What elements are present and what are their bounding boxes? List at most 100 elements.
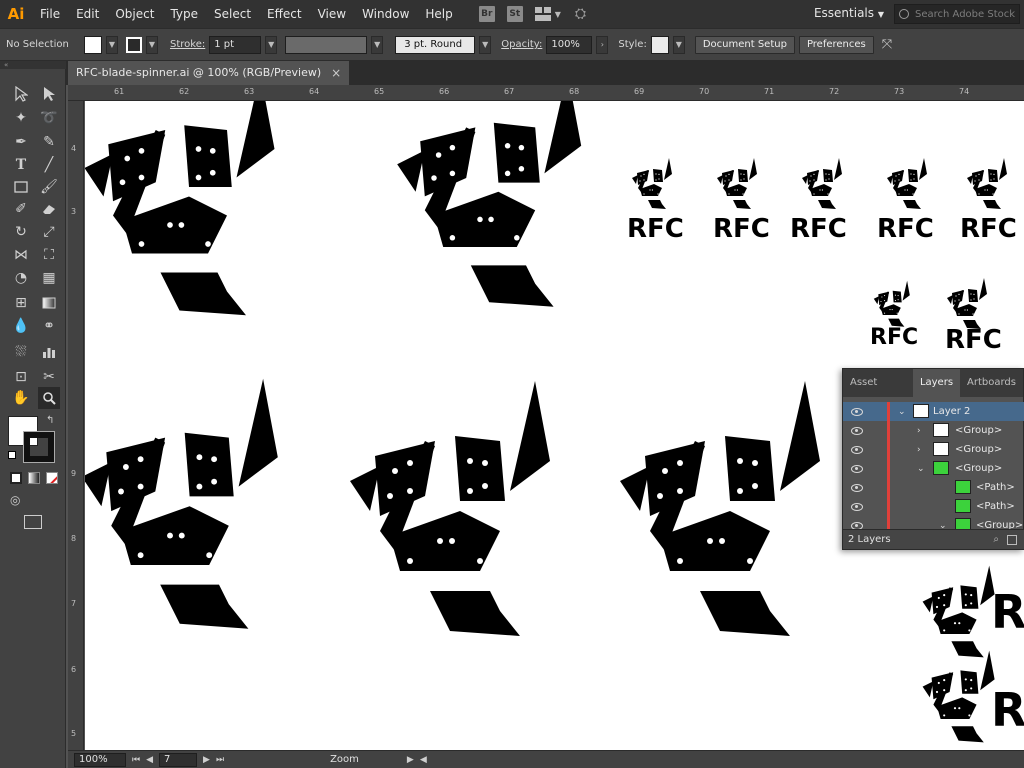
- selection-tool-icon[interactable]: [10, 83, 32, 105]
- eyedropper-tool-icon[interactable]: 💧: [10, 315, 32, 337]
- tab-asset-export[interactable]: Asset Export: [843, 369, 913, 416]
- screen-mode-icon[interactable]: [24, 515, 42, 529]
- layer-row[interactable]: <Path>: [843, 478, 1024, 497]
- document-tab[interactable]: RFC-blade-spinner.ai @ 100% (RGB/Preview…: [68, 61, 350, 85]
- chevron-right-icon[interactable]: ›: [917, 426, 921, 436]
- menu-type[interactable]: Type: [162, 0, 206, 28]
- profile-dropdown[interactable]: ▼: [371, 35, 384, 54]
- fill-dropdown[interactable]: ▼: [106, 35, 118, 54]
- brush-dropdown[interactable]: ▼: [479, 35, 492, 54]
- zoom-tool-icon[interactable]: [38, 387, 60, 409]
- locate-object-icon[interactable]: ⌕: [993, 530, 999, 550]
- layer-row[interactable]: › <Group>: [843, 421, 1024, 440]
- gradient-tool-icon[interactable]: [38, 292, 60, 314]
- scale-tool-icon[interactable]: ⤢: [38, 221, 60, 243]
- menu-window[interactable]: Window: [354, 0, 417, 28]
- line-segment-tool-icon[interactable]: ╱: [38, 154, 60, 176]
- shaper-tool-icon[interactable]: ✐: [10, 198, 32, 220]
- chevron-down-icon[interactable]: ⌄: [917, 464, 925, 474]
- tools-panel-collapse[interactable]: «: [0, 61, 66, 69]
- direct-selection-tool-icon[interactable]: [38, 83, 60, 105]
- type-tool-icon[interactable]: T: [10, 154, 32, 176]
- mesh-tool-icon[interactable]: ⊞: [10, 292, 32, 314]
- width-tool-icon[interactable]: ⋈: [10, 244, 32, 266]
- artboard-number-input[interactable]: 7: [159, 752, 198, 767]
- stroke-weight-input[interactable]: 1 pt: [209, 35, 262, 54]
- variable-width-profile[interactable]: [285, 35, 368, 54]
- default-fill-stroke-icon[interactable]: [8, 451, 16, 459]
- visibility-eye-icon[interactable]: [851, 464, 863, 473]
- blend-tool-icon[interactable]: ⚭: [38, 315, 60, 337]
- color-mode-icon[interactable]: [10, 472, 22, 484]
- visibility-eye-icon[interactable]: [851, 483, 863, 492]
- stroke-swatch[interactable]: [126, 36, 142, 53]
- stock-button[interactable]: St: [506, 6, 523, 22]
- stroke-color-box[interactable]: [23, 431, 55, 463]
- gpu-performance-icon[interactable]: ⛭: [575, 6, 586, 22]
- menu-view[interactable]: View: [310, 0, 354, 28]
- magic-wand-tool-icon[interactable]: ✦: [10, 107, 32, 129]
- last-artboard-icon[interactable]: ⏭: [216, 755, 224, 765]
- chevron-down-icon[interactable]: ⌄: [898, 407, 906, 417]
- menu-help[interactable]: Help: [417, 0, 460, 28]
- menu-object[interactable]: Object: [107, 0, 162, 28]
- chevron-down-icon[interactable]: ▼: [555, 10, 561, 19]
- slice-tool-icon[interactable]: ✂: [38, 366, 60, 388]
- previous-artboard-icon[interactable]: ◀: [146, 755, 153, 765]
- visibility-eye-icon[interactable]: [851, 445, 863, 454]
- menu-file[interactable]: File: [32, 0, 68, 28]
- layer-row[interactable]: ⌄ <Group>: [843, 459, 1024, 478]
- brush-definition-select[interactable]: 3 pt. Round: [395, 35, 476, 54]
- artboard-tool-icon[interactable]: ⊡: [10, 366, 32, 388]
- curvature-tool-icon[interactable]: ✎: [38, 131, 60, 153]
- chevron-right-icon[interactable]: ›: [917, 445, 921, 455]
- rectangle-tool-icon[interactable]: [10, 176, 32, 198]
- hand-tool-icon[interactable]: ✋: [10, 387, 32, 409]
- style-dropdown[interactable]: ▼: [672, 35, 685, 54]
- shape-builder-tool-icon[interactable]: ◔: [10, 267, 32, 289]
- stroke-weight-dropdown[interactable]: ▼: [265, 35, 278, 54]
- opacity-label[interactable]: Opacity:: [501, 39, 542, 50]
- swap-fill-stroke-icon[interactable]: ↰: [46, 415, 54, 426]
- make-clipping-mask-icon[interactable]: [1007, 535, 1017, 545]
- eraser-tool-icon[interactable]: [38, 198, 60, 220]
- zoom-level-input[interactable]: 100%: [74, 752, 126, 767]
- graphic-style-swatch[interactable]: [650, 35, 669, 54]
- layer-row[interactable]: › <Group>: [843, 440, 1024, 459]
- workspace-switcher[interactable]: Essentials ▼: [814, 6, 884, 20]
- close-icon[interactable]: ×: [331, 61, 341, 85]
- menu-edit[interactable]: Edit: [68, 0, 107, 28]
- bridge-button[interactable]: Br: [478, 6, 495, 22]
- visibility-eye-icon[interactable]: [851, 407, 863, 416]
- arrange-documents-icon[interactable]: [534, 7, 551, 21]
- tab-layers[interactable]: Layers: [912, 369, 961, 397]
- visibility-eye-icon[interactable]: [851, 502, 863, 511]
- opacity-arrow[interactable]: ›: [596, 35, 609, 54]
- search-adobe-stock-input[interactable]: Search Adobe Stock: [894, 4, 1020, 24]
- stroke-label[interactable]: Stroke:: [170, 39, 205, 50]
- first-artboard-icon[interactable]: ⏮: [132, 755, 140, 765]
- symbol-sprayer-tool-icon[interactable]: ⛆: [10, 341, 32, 363]
- visibility-eye-icon[interactable]: [851, 426, 863, 435]
- layer-row[interactable]: <Path>: [843, 497, 1024, 516]
- layer-row[interactable]: ⌄ Layer 2: [843, 402, 1024, 421]
- none-mode-icon[interactable]: [46, 472, 58, 484]
- gradient-mode-icon[interactable]: [28, 472, 40, 484]
- status-mode[interactable]: Zoom: [330, 754, 359, 765]
- draw-mode-icon[interactable]: ◎: [10, 493, 20, 507]
- free-transform-tool-icon[interactable]: ⛶: [38, 244, 60, 266]
- paintbrush-tool-icon[interactable]: 🖌: [38, 176, 60, 198]
- menu-effect[interactable]: Effect: [259, 0, 310, 28]
- column-graph-tool-icon[interactable]: [38, 341, 60, 363]
- menu-select[interactable]: Select: [206, 0, 259, 28]
- document-setup-button[interactable]: Document Setup: [694, 35, 795, 54]
- fill-swatch[interactable]: [84, 35, 102, 54]
- status-menu-icon[interactable]: ▶: [407, 755, 414, 765]
- preferences-button[interactable]: Preferences: [798, 35, 874, 54]
- perspective-grid-tool-icon[interactable]: ▦: [38, 267, 60, 289]
- rotate-tool-icon[interactable]: ↻: [10, 221, 32, 243]
- opacity-input[interactable]: 100%: [546, 35, 593, 54]
- pen-tool-icon[interactable]: ✒: [10, 131, 32, 153]
- stroke-color-dropdown[interactable]: ▼: [146, 35, 158, 54]
- tab-artboards[interactable]: Artboards: [960, 369, 1023, 397]
